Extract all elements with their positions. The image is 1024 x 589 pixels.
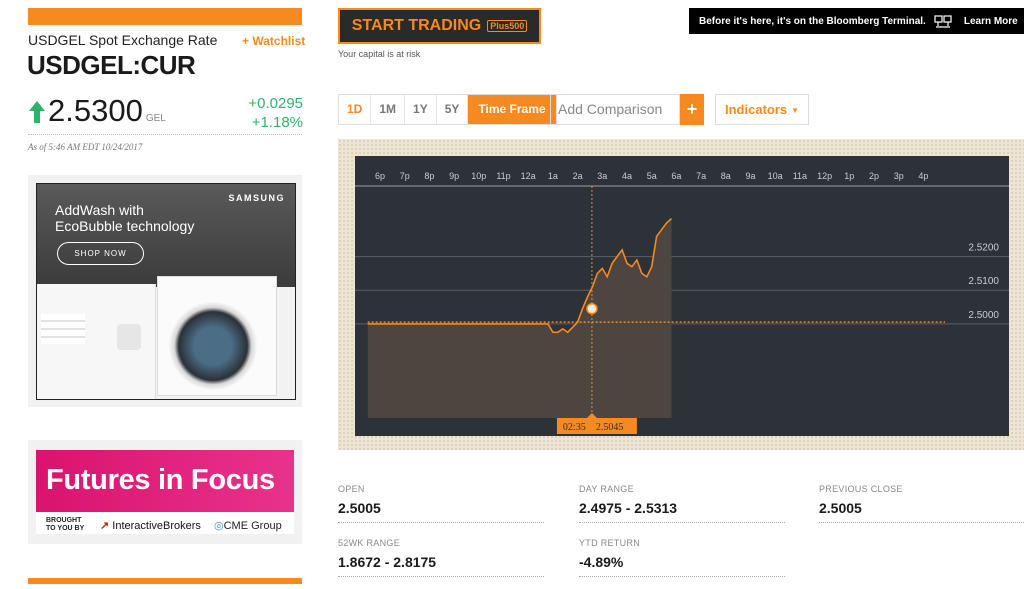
arrow-up-icon	[29, 101, 45, 123]
sponsor-caption-line2: TO YOU BY	[46, 525, 85, 532]
stat-previous-close: PREVIOUS CLOSE 2.5005	[819, 484, 1024, 523]
currency-code: GEL	[145, 113, 166, 124]
x-tick-label: 4p	[918, 171, 928, 181]
x-tick-label: 6a	[671, 171, 681, 181]
cme-group-logo: ◎CME Group	[214, 519, 282, 532]
ad-washer-door-image	[169, 302, 257, 390]
x-tick-label: 6p	[375, 171, 385, 181]
x-tick-label: 8a	[721, 171, 731, 181]
quote-name: USDGEL Spot Exchange Rate	[28, 32, 218, 48]
interactive-brokers-name: InteractiveBrokers	[112, 520, 201, 532]
x-tick-label: 9a	[745, 171, 755, 181]
x-tick-label: 3a	[597, 171, 607, 181]
ad-towels-image	[41, 314, 85, 344]
stat-52wk-range: 52WK RANGE 1.8672 - 2.8175	[338, 538, 544, 577]
banner-text: Before it's here, it's on the Bloomberg …	[699, 15, 926, 27]
crosshair-value: 2.5045	[596, 422, 624, 433]
x-tick-label: 7a	[696, 171, 706, 181]
x-tick-label: 11a	[793, 171, 807, 181]
stat-ytd-return: YTD RETURN -4.89%	[579, 538, 785, 577]
shop-now-button[interactable]: SHOP NOW	[57, 242, 144, 265]
indicators-dropdown[interactable]: Indicators ▼	[715, 94, 809, 125]
as-of-timestamp: As of 5:46 AM EDT 10/24/2017	[28, 142, 143, 152]
range-1d[interactable]: 1D	[339, 95, 372, 124]
x-tick-label: 9p	[449, 171, 459, 181]
bottom-band	[355, 418, 1009, 436]
x-tick-label: 12p	[817, 171, 832, 181]
sponsor-caption-line1: BROUGHT	[46, 517, 82, 524]
bottom-accent-bar	[28, 578, 302, 584]
ad-headline-line1: AddWash with	[55, 202, 144, 218]
price-block: 2.5300 GEL	[28, 92, 166, 128]
ib-mark-icon: ↗	[100, 520, 110, 532]
range-5y[interactable]: 5Y	[437, 95, 469, 124]
ticker-symbol: USDGEL:CUR	[27, 50, 196, 80]
start-trading-button[interactable]: START TRADING Plus500	[338, 8, 541, 44]
x-tick-label: 10a	[768, 171, 783, 181]
terminal-icon	[934, 14, 952, 28]
x-tick-label: 4a	[622, 171, 632, 181]
x-tick-label: 2p	[869, 171, 879, 181]
indicators-label: Indicators	[725, 102, 788, 117]
add-comparison-input[interactable]: Add Comparison	[550, 94, 680, 125]
stat-day-range-label: DAY RANGE	[579, 484, 634, 494]
sponsor-caption: BROUGHT TO YOU BY	[46, 517, 84, 533]
time-frame-button[interactable]: Time Frame	[468, 95, 556, 124]
caret-down-icon: ▼	[791, 106, 800, 115]
y-tick-label: 2.5100	[968, 276, 999, 287]
range-1y[interactable]: 1Y	[405, 95, 437, 124]
stat-day-range-value: 2.4975 - 2.5313	[579, 500, 678, 516]
plus500-logo: Plus500	[487, 20, 528, 32]
stat-prev-close-value: 2.5005	[819, 500, 862, 516]
x-tick-label: 3p	[894, 171, 904, 181]
stat-52wk-value: 1.8672 - 2.8175	[338, 554, 437, 570]
learn-more-link[interactable]: Learn More	[964, 16, 1018, 27]
stat-prev-close-label: PREVIOUS CLOSE	[819, 484, 903, 494]
x-tick-label: 1p	[844, 171, 854, 181]
cme-globe-icon: ◎	[214, 520, 224, 532]
last-price: 2.5300	[48, 93, 143, 128]
time-range-selector: 1D 1M 1Y 5Y Time Frame	[338, 94, 557, 125]
price-chart[interactable]: 6p 7p 8p 9p 10p 11p 12a 1a 2a 3a 4a 5a 6a 7a 8a 9a 10a 11…	[355, 156, 1009, 436]
x-tick-label: 1a	[548, 171, 558, 181]
ad-headline-line2: EcoBubble technology	[55, 218, 195, 234]
futures-ad-title: Futures in Focus	[46, 464, 275, 496]
add-comparison-plus-button[interactable]: +	[680, 94, 704, 125]
risk-disclaimer: Your capital is at risk	[338, 49, 421, 59]
stat-open: OPEN 2.5005	[338, 484, 544, 523]
stat-52wk-label: 52WK RANGE	[338, 538, 401, 548]
price-change-percent: +1.18%	[251, 114, 303, 131]
divider	[28, 134, 302, 135]
ad-headline: AddWash with EcoBubble technology	[55, 202, 194, 234]
bloomberg-terminal-banner[interactable]: Before it's here, it's on the Bloomberg …	[689, 8, 1024, 34]
add-to-watchlist-link[interactable]: + Watchlist	[242, 34, 305, 48]
x-tick-label: 2a	[573, 171, 583, 181]
futures-in-focus-ad[interactable]: Futures in Focus BROUGHT TO YOU BY ↗ Int…	[36, 450, 294, 534]
stat-open-label: OPEN	[338, 484, 365, 494]
stat-day-range: DAY RANGE 2.4975 - 2.5313	[579, 484, 785, 523]
x-tick-label: 7p	[400, 171, 410, 181]
stat-ytd-label: YTD RETURN	[579, 538, 640, 548]
interactive-brokers-logo: ↗ InteractiveBrokers	[100, 519, 201, 532]
samsung-logo: SAMSUNG	[228, 193, 285, 203]
ad-shelf-image	[37, 284, 156, 399]
samsung-ad[interactable]: SAMSUNG AddWash with EcoBubble technolog…	[36, 183, 296, 400]
y-tick-label: 2.5200	[968, 243, 999, 254]
price-change: +0.0295	[248, 95, 303, 112]
stat-open-value: 2.5005	[338, 500, 381, 516]
cme-group-name: CME Group	[223, 520, 282, 532]
x-tick-label: 10p	[471, 171, 486, 181]
top-accent-bar	[28, 8, 302, 25]
ad-jar-image	[117, 324, 141, 350]
x-tick-label: 8p	[424, 171, 434, 181]
x-tick-label: 5a	[647, 171, 657, 181]
crosshair-time: 02:35	[563, 422, 586, 433]
crosshair-dot	[586, 302, 598, 315]
start-trading-label: START TRADING	[351, 17, 482, 34]
y-tick-label: 2.5000	[968, 310, 999, 321]
stat-ytd-value: -4.89%	[579, 554, 624, 570]
range-1m[interactable]: 1M	[371, 95, 406, 124]
x-tick-label: 12a	[521, 171, 536, 181]
x-tick-label: 11p	[496, 171, 510, 181]
